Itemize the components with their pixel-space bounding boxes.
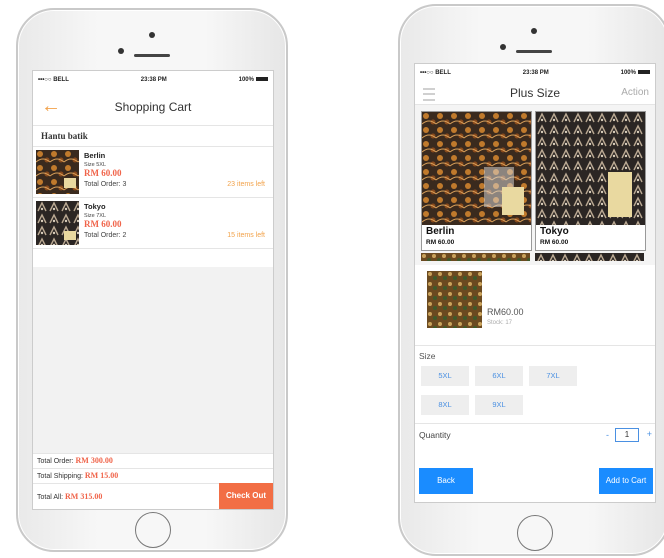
item-stock-left: 23 items left [227,181,265,188]
home-button[interactable] [135,512,171,548]
total-shipping-row: Total Shipping: RM 15.00 [33,468,273,483]
product-header: Plus Size Action [415,82,655,105]
total-shipping-label: Total Shipping: [37,473,85,480]
battery-indicator: 100% [621,70,650,76]
item-name: Berlin [84,151,106,160]
front-camera [149,32,155,38]
cart-item[interactable]: Tokyo Size 7XL RM 60.00 Total Order: 2 1… [33,198,273,249]
item-stock-left: 15 items left [227,232,265,239]
cart-item[interactable]: Berlin Size 5XL RM 60.00 Total Order: 3 … [33,147,273,198]
total-all-value: RM 315.00 [65,492,103,501]
total-all: Total All: RM 315.00 [37,492,102,501]
item-name: Tokyo [84,202,106,211]
earpiece-speaker [134,54,170,57]
detail-stock: Stock: 17 [487,320,513,326]
quantity-label: Quantity [419,430,451,440]
product-image-partial [535,253,644,261]
home-button[interactable] [517,515,553,551]
action-button[interactable]: Action [621,87,649,98]
size-option-6xl[interactable]: 6XL [475,366,523,386]
total-order-row: Total Order: RM 300.00 [33,453,273,468]
product-detail-image [427,271,482,328]
item-total-order: Total Order: 3 [84,181,127,188]
status-bar: •••○○ BELL 23:38 PM 100% [33,71,273,89]
cart-summary: Total Order: RM 300.00 Total Shipping: R… [33,453,273,509]
size-option-7xl[interactable]: 7XL [529,366,577,386]
front-camera [531,28,537,34]
back-button[interactable]: Back [419,468,473,494]
clock-label: 23:38 PM [522,70,549,76]
product-image-partial [421,253,530,261]
page-title: Shopping Cart [114,100,192,114]
battery-indicator: 100% [239,77,268,83]
total-all-label: Total All: [37,494,66,501]
product-image-tokyo [536,112,645,225]
total-order-label: Total Order: [37,458,76,465]
proximity-sensor [118,48,124,54]
clock-label: 23:38 PM [140,77,167,83]
product-thumbnail-tokyo [36,201,79,245]
carrier-label: •••○○ BELL [420,70,451,76]
size-options: 5XL 6XL 7XL 8XL 9XL [415,365,655,423]
cart-header: ← Shopping Cart [33,89,273,126]
page-title: Plus Size [509,86,561,100]
product-gallery: Berlin RM 60.00 Tokyo RM 60.00 [415,105,655,265]
empty-area [33,267,273,453]
proximity-sensor [500,44,506,50]
quantity-decrement-button[interactable]: - [606,430,609,440]
item-total-order: Total Order: 2 [84,232,127,239]
add-to-cart-button[interactable]: Add to Cart [599,468,653,494]
item-price: RM 60.00 [84,219,122,229]
cart-screen: •••○○ BELL 23:38 PM 100% ← Shopping Cart… [32,70,274,510]
status-bar: •••○○ BELL 23:38 PM 100% [415,64,655,82]
size-option-8xl[interactable]: 8XL [421,395,469,415]
total-shipping-value: RM 15.00 [84,471,119,480]
earpiece-speaker [516,50,552,53]
quantity-increment-button[interactable]: + [647,429,652,439]
product-thumbnail-berlin [36,150,79,194]
checkout-button[interactable]: Check Out [219,483,273,509]
size-label: Size [419,351,436,361]
total-order-value: RM 300.00 [75,456,113,465]
product-price: RM 60.00 [540,239,569,246]
carrier-label: •••○○ BELL [38,77,69,83]
battery-icon [255,77,268,82]
product-price: RM 60.00 [426,239,455,246]
product-name: Berlin [426,226,455,237]
phone-frame-product: •••○○ BELL 23:38 PM 100% Plus Size Actio… [398,4,664,556]
product-name: Tokyo [540,226,569,237]
item-price: RM 60.00 [84,168,122,178]
size-option-5xl[interactable]: 5XL [421,366,469,386]
battery-icon [637,70,650,75]
battery-label: 100% [620,70,636,76]
product-card-berlin[interactable]: Berlin RM 60.00 [421,111,532,251]
product-screen: •••○○ BELL 23:38 PM 100% Plus Size Actio… [414,63,656,503]
product-detail: RM60.00 Stock: 17 [415,265,655,346]
detail-price: RM60.00 [487,307,524,317]
quantity-row: Quantity - 1 + [415,423,655,446]
shop-name: Hantu batik [33,126,273,147]
product-card-tokyo[interactable]: Tokyo RM 60.00 [535,111,646,251]
battery-label: 100% [238,77,254,83]
size-option-9xl[interactable]: 9XL [475,395,523,415]
phone-frame-cart: •••○○ BELL 23:38 PM 100% ← Shopping Cart… [16,8,288,552]
product-image-berlin [422,112,531,225]
quantity-input[interactable]: 1 [615,428,639,442]
